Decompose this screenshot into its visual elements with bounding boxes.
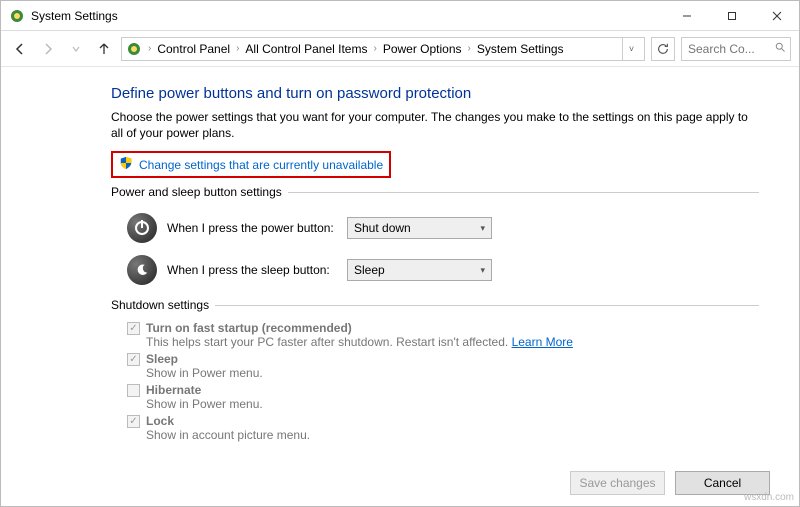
content: Define power buttons and turn on passwor… bbox=[1, 67, 799, 442]
sleep-button-label: When I press the sleep button: bbox=[167, 263, 337, 277]
fast-startup-label: Turn on fast startup (recommended) bbox=[146, 321, 573, 335]
forward-button[interactable] bbox=[37, 38, 59, 60]
sleep-button-value: Sleep bbox=[354, 263, 385, 277]
breadcrumb[interactable]: › Control Panel › All Control Panel Item… bbox=[121, 37, 645, 61]
page-heading: Define power buttons and turn on passwor… bbox=[111, 85, 759, 102]
power-button-value: Shut down bbox=[354, 221, 411, 235]
fast-startup-checkbox[interactable]: ✓ bbox=[127, 322, 140, 335]
sleep-option-row: ✓ Sleep Show in Power menu. bbox=[111, 349, 759, 380]
power-icon bbox=[127, 213, 157, 243]
sleep-option-desc: Show in Power menu. bbox=[146, 366, 263, 380]
power-sleep-group: Power and sleep button settings When I p… bbox=[111, 192, 759, 295]
power-button-row: When I press the power button: Shut down… bbox=[111, 207, 759, 249]
lock-option-row: ✓ Lock Show in account picture menu. bbox=[111, 411, 759, 442]
hibernate-checkbox[interactable]: ✓ bbox=[127, 384, 140, 397]
lock-option-label: Lock bbox=[146, 414, 310, 428]
page-subtext: Choose the power settings that you want … bbox=[111, 110, 759, 141]
change-settings-link[interactable]: Change settings that are currently unava… bbox=[139, 158, 383, 172]
sleep-button-select[interactable]: Sleep ▾ bbox=[347, 259, 492, 281]
titlebar: System Settings bbox=[1, 1, 799, 31]
watermark: wsxdn.com bbox=[744, 492, 794, 503]
breadcrumb-icon bbox=[126, 41, 142, 57]
shutdown-settings-legend: Shutdown settings bbox=[111, 298, 215, 312]
back-button[interactable] bbox=[9, 38, 31, 60]
learn-more-link[interactable]: Learn More bbox=[512, 335, 573, 349]
power-button-label: When I press the power button: bbox=[167, 221, 337, 235]
hibernate-option-row: ✓ Hibernate Show in Power menu. bbox=[111, 380, 759, 411]
window-title: System Settings bbox=[31, 9, 664, 23]
recent-locations-button[interactable] bbox=[65, 38, 87, 60]
chevron-right-icon[interactable]: › bbox=[146, 43, 153, 54]
shutdown-settings-group: Shutdown settings ✓ Turn on fast startup… bbox=[111, 305, 759, 442]
footer-buttons: Save changes Cancel bbox=[570, 471, 770, 495]
search-input[interactable] bbox=[686, 41, 770, 57]
fast-startup-row: ✓ Turn on fast startup (recommended) Thi… bbox=[111, 318, 759, 349]
minimize-button[interactable] bbox=[664, 1, 709, 31]
chevron-right-icon[interactable]: › bbox=[371, 43, 378, 54]
fast-startup-desc: This helps start your PC faster after sh… bbox=[146, 335, 573, 349]
hibernate-option-label: Hibernate bbox=[146, 383, 263, 397]
moon-icon bbox=[127, 255, 157, 285]
sleep-button-row: When I press the sleep button: Sleep ▾ bbox=[111, 249, 759, 291]
up-button[interactable] bbox=[93, 38, 115, 60]
sleep-checkbox[interactable]: ✓ bbox=[127, 353, 140, 366]
chevron-down-icon: ▾ bbox=[480, 265, 485, 276]
chevron-right-icon[interactable]: › bbox=[466, 43, 473, 54]
chevron-right-icon[interactable]: › bbox=[234, 43, 241, 54]
refresh-button[interactable] bbox=[651, 37, 675, 61]
maximize-button[interactable] bbox=[709, 1, 754, 31]
app-icon bbox=[9, 8, 25, 24]
breadcrumb-item[interactable]: Power Options bbox=[383, 42, 462, 56]
close-button[interactable] bbox=[754, 1, 799, 31]
chevron-down-icon: ▾ bbox=[480, 223, 485, 234]
lock-option-desc: Show in account picture menu. bbox=[146, 428, 310, 442]
power-button-select[interactable]: Shut down ▾ bbox=[347, 217, 492, 239]
power-sleep-legend: Power and sleep button settings bbox=[111, 185, 288, 199]
search-icon bbox=[774, 41, 786, 56]
hibernate-option-desc: Show in Power menu. bbox=[146, 397, 263, 411]
breadcrumb-item[interactable]: All Control Panel Items bbox=[245, 42, 367, 56]
lock-checkbox[interactable]: ✓ bbox=[127, 415, 140, 428]
save-changes-button[interactable]: Save changes bbox=[570, 471, 665, 495]
breadcrumb-item[interactable]: Control Panel bbox=[157, 42, 230, 56]
breadcrumb-item[interactable]: System Settings bbox=[477, 42, 564, 56]
uac-link-row[interactable]: Change settings that are currently unava… bbox=[111, 151, 391, 178]
navbar: › Control Panel › All Control Panel Item… bbox=[1, 31, 799, 67]
breadcrumb-dropdown[interactable]: ˅ bbox=[622, 38, 640, 60]
shield-icon bbox=[119, 156, 133, 173]
search-box[interactable] bbox=[681, 37, 791, 61]
sleep-option-label: Sleep bbox=[146, 352, 263, 366]
